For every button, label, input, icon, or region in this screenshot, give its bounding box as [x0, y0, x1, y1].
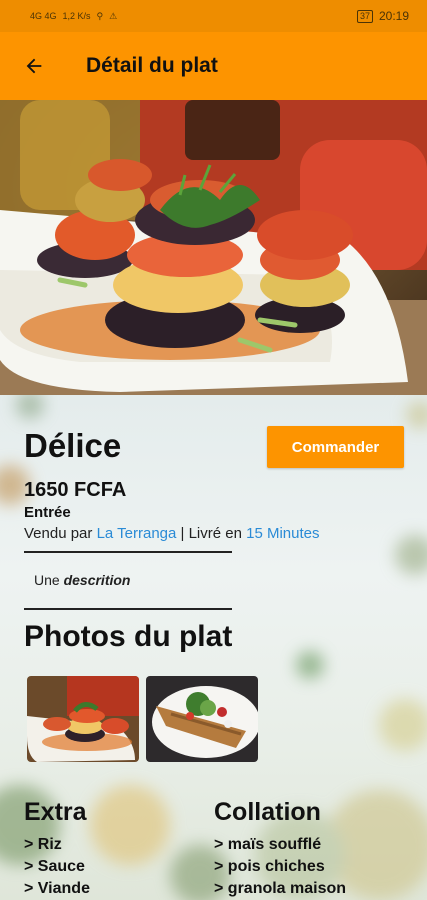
dish-name: Délice	[24, 427, 122, 464]
vendor-line: Vendu par La Terranga | Livré en 15 Minu…	[24, 525, 320, 542]
dish-photo-thumbnail[interactable]	[27, 676, 139, 762]
signal-icon: 4G 4G	[30, 11, 57, 21]
usb-icon: ⚲	[96, 10, 104, 21]
sold-by-label: Vendu par	[24, 525, 97, 542]
page-title: Détail du plat	[86, 54, 218, 77]
divider-bottom	[24, 608, 232, 610]
arrow-left-icon	[26, 58, 42, 74]
dish-photo-thumbnail[interactable]	[146, 676, 258, 762]
extra-item: > Sauce	[24, 858, 85, 875]
collation-title: Collation	[214, 798, 321, 826]
collation-item: > granola maison	[214, 880, 347, 897]
status-bar: 4G 4G 1,2 K/s ⚲ ⚠ 37 20:19	[0, 0, 427, 32]
collation-item: > maïs soufflé	[214, 836, 322, 853]
app-bar: Détail du plat	[0, 32, 427, 100]
dish-detail-content: Délice Commander 1650 FCFA Entrée Vendu …	[0, 395, 427, 900]
extra-item: > Riz	[24, 836, 62, 853]
clock: 20:19	[378, 9, 409, 23]
delivery-time-link[interactable]: 15 Minutes	[246, 525, 319, 542]
photos-section-title: Photos du plat	[24, 620, 233, 653]
extra-title: Extra	[24, 798, 87, 826]
collation-list: > maïs soufflé > pois chiches > granola …	[214, 834, 346, 900]
divider-top	[24, 551, 232, 553]
battery-icon: 37	[356, 9, 373, 23]
delivered-label: | Livré en	[176, 525, 247, 542]
network-speed: 1,2 K/s	[62, 11, 91, 21]
collation-item: > pois chiches	[214, 858, 325, 875]
extra-item: > Viande	[24, 880, 90, 897]
dish-price: 1650 FCFA	[24, 479, 127, 501]
dish-category: Entrée	[24, 504, 71, 521]
warning-icon: ⚠	[109, 10, 118, 21]
status-right: 37 20:19	[356, 9, 409, 23]
description-word: descrition	[63, 572, 131, 588]
status-left: 4G 4G 1,2 K/s ⚲ ⚠	[30, 11, 117, 22]
order-button[interactable]: Commander	[267, 426, 404, 468]
extra-list: > Riz > Sauce > Viande	[24, 834, 90, 900]
dish-hero-image	[0, 100, 427, 395]
description-prefix: Une	[34, 572, 64, 588]
vendor-link[interactable]: La Terranga	[97, 525, 177, 542]
dish-description: Une descrition	[34, 572, 130, 588]
back-button[interactable]	[14, 46, 54, 86]
